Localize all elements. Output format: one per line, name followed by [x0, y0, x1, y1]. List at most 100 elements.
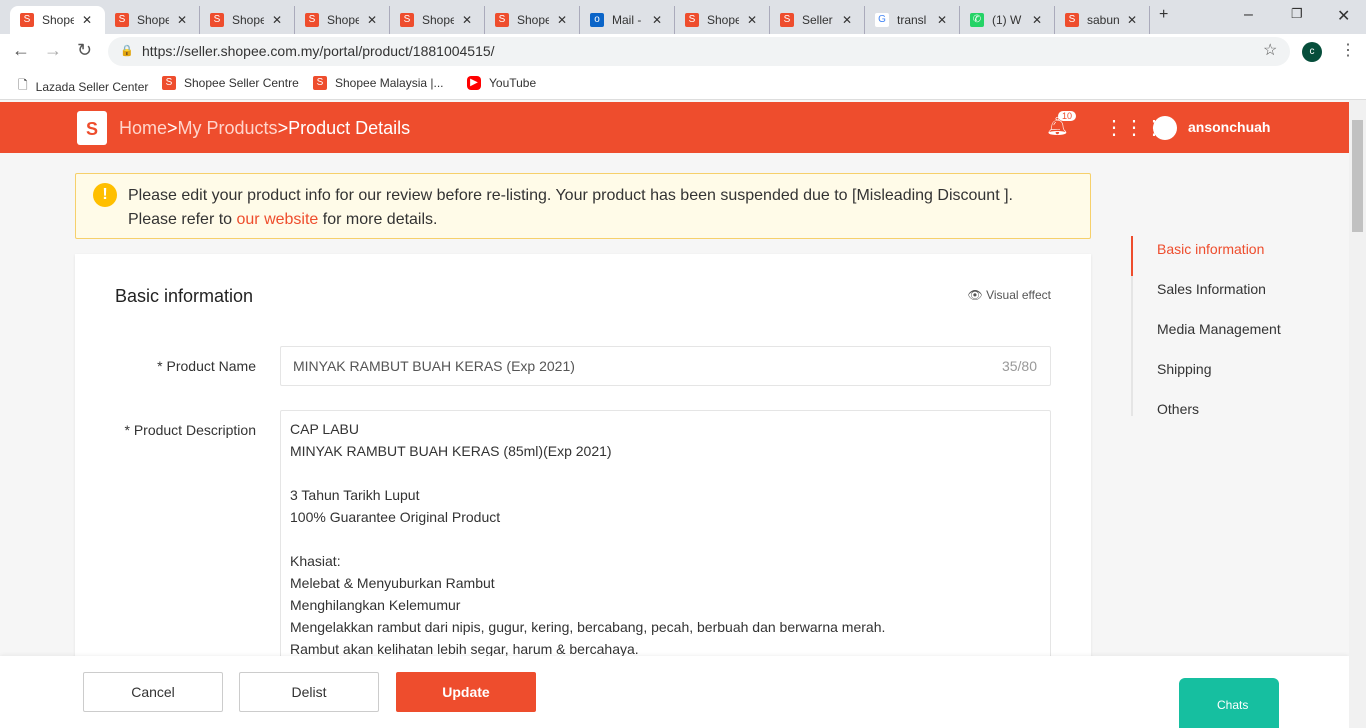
close-tab-icon[interactable]: ✕ [842, 13, 852, 27]
bookmark-label: Shopee Seller Centre [184, 76, 299, 90]
crumb-my-products[interactable]: My Products [178, 118, 278, 138]
browser-tab[interactable]: S Seller ✕ [770, 6, 865, 34]
address-bar[interactable]: 🔒 https://seller.shopee.com.my/portal/pro… [108, 37, 1290, 66]
product-name-input[interactable]: MINYAK RAMBUT BUAH KERAS (Exp 2021) 35/80 [280, 346, 1051, 386]
nav-media-management[interactable]: Media Management [1133, 316, 1281, 356]
google-icon: G [875, 13, 889, 27]
visual-effect-button[interactable]: 👁︎ Visual effect [967, 288, 1051, 302]
close-tab-icon[interactable]: ✕ [367, 13, 377, 27]
tab-title: Shopee [707, 13, 739, 27]
browser-tab[interactable]: S Shopee ✕ [675, 6, 770, 34]
bookmark-label: YouTube [489, 76, 537, 90]
nav-shipping[interactable]: Shipping [1133, 356, 1281, 396]
scrollbar-thumb[interactable] [1352, 120, 1363, 232]
new-tab-button[interactable]: + [1159, 6, 1168, 24]
bookmarks-bar: 🗋 Lazada Seller Center S Shopee Seller Cen… [0, 68, 1366, 100]
url-text: https://seller.shopee.com.my/portal/prod… [142, 43, 495, 59]
close-tab-icon[interactable]: ✕ [937, 13, 947, 27]
nav-basic-information[interactable]: Basic information [1131, 236, 1281, 276]
profile-avatar[interactable]: c [1302, 42, 1322, 62]
crumb-sep: > [277, 118, 289, 138]
forward-icon[interactable]: → [44, 40, 62, 61]
shopee-icon: S [495, 13, 509, 27]
product-name-label: * Product Name [157, 358, 256, 374]
warning-text: Please refer to [128, 211, 237, 228]
browser-tab[interactable]: S Shopee ✕ [200, 6, 295, 34]
username[interactable]: ansonchuah [1188, 119, 1270, 135]
browser-tab[interactable]: S Shopee ✕ [295, 6, 390, 34]
seller-header: S Home>My Products>Product Details 🔔︎ 10… [0, 102, 1349, 153]
browser-tab[interactable]: S Shopee ✕ [105, 6, 200, 34]
shopee-icon: S [780, 13, 794, 27]
browser-tab[interactable]: S Shopee ✕ [10, 6, 105, 34]
page-scrollbar[interactable] [1349, 100, 1366, 728]
close-tab-icon[interactable]: ✕ [462, 13, 472, 27]
update-button[interactable]: Update [396, 672, 536, 712]
nav-sales-information[interactable]: Sales Information [1133, 276, 1281, 316]
close-window-button[interactable]: ✕ [1337, 6, 1350, 26]
tab-title: Shopee [422, 13, 454, 27]
nav-others[interactable]: Others [1133, 396, 1281, 436]
crumb-home[interactable]: Home [119, 118, 167, 138]
shopee-icon: S [115, 13, 129, 27]
browser-tab[interactable]: Ssabun ✕ [1055, 6, 1150, 34]
shopee-icon: S [685, 13, 699, 27]
outlook-icon: o [590, 13, 604, 27]
shopee-icon: S [1065, 13, 1079, 27]
cancel-button[interactable]: Cancel [83, 672, 223, 712]
bookmark-label: Lazada Seller Center [35, 79, 149, 94]
bookmark-lazada[interactable]: 🗋 Lazada Seller Center [18, 76, 148, 97]
bookmark-shopee-seller[interactable]: S Shopee Seller Centre [162, 76, 299, 90]
bookmark-label: Shopee Malaysia |... [335, 76, 444, 90]
browser-tab[interactable]: S Shopee ✕ [390, 6, 485, 34]
close-tab-icon[interactable]: ✕ [82, 13, 92, 27]
crumb-current: Product Details [288, 118, 411, 138]
shopee-icon: S [305, 13, 319, 27]
shopee-icon: S [313, 76, 327, 90]
close-tab-icon[interactable]: ✕ [652, 13, 662, 27]
shopee-icon: S [162, 76, 176, 90]
chat-widget[interactable]: Chats [1179, 678, 1279, 728]
basic-info-card: Basic information 👁︎ Visual effect * Pro… [75, 254, 1091, 680]
product-description-textarea[interactable]: CAP LABU MINYAK RAMBUT BUAH KERAS (85ml)… [280, 410, 1051, 680]
lock-icon: 🔒 [120, 45, 134, 57]
browser-tab[interactable]: Gtransl ✕ [865, 6, 960, 34]
warning-text: Please edit your product info for our re… [128, 187, 1013, 204]
bookmark-youtube[interactable]: ▶ YouTube [467, 76, 536, 90]
browser-toolbar: ← → ↻ 🔒 https://seller.shopee.com.my/port… [0, 34, 1366, 68]
bookmark-shopee-malaysia[interactable]: S Shopee Malaysia |... [313, 76, 444, 90]
bookmark-star-icon[interactable]: ☆ [1263, 40, 1277, 60]
browser-tab[interactable]: o Mail - ✕ [580, 6, 675, 34]
close-tab-icon[interactable]: ✕ [272, 13, 282, 27]
minimize-button[interactable]: – [1244, 6, 1253, 24]
restore-button[interactable]: ❐ [1291, 6, 1303, 22]
shopee-logo[interactable]: S [77, 111, 107, 145]
browser-tab[interactable]: ✆ (1) W ✕ [960, 6, 1055, 34]
our-website-link[interactable]: our website [237, 211, 319, 228]
visual-effect-label: Visual effect [986, 288, 1051, 302]
menu-icon[interactable]: ⋮ [1340, 40, 1356, 60]
product-description-label: * Product Description [124, 422, 256, 438]
user-avatar[interactable] [1153, 116, 1177, 140]
tab-title: Seller [802, 13, 833, 27]
crumb-sep: > [167, 118, 178, 138]
product-name-value: MINYAK RAMBUT BUAH KERAS (Exp 2021) [293, 358, 575, 374]
browser-tab[interactable]: S Shopee ✕ [485, 6, 580, 34]
back-icon[interactable]: ← [12, 40, 30, 61]
delist-button[interactable]: Delist [239, 672, 379, 712]
close-tab-icon[interactable]: ✕ [1127, 13, 1137, 27]
section-nav: Basic information Sales Information Medi… [1131, 236, 1281, 417]
tab-title: Shopee [137, 13, 169, 27]
section-title: Basic information [115, 286, 254, 306]
tab-bar: + – ❐ ✕ S Shopee ✕ S Shopee ✕ S Shopee ✕ S Shopee ✕… [0, 0, 1366, 34]
reload-icon[interactable]: ↻ [77, 40, 92, 61]
chat-label: Chats [1217, 698, 1249, 712]
tab-title: sabun [1087, 13, 1119, 27]
close-tab-icon[interactable]: ✕ [557, 13, 567, 27]
shopee-icon: S [400, 13, 414, 27]
close-tab-icon[interactable]: ✕ [747, 13, 757, 27]
close-tab-icon[interactable]: ✕ [177, 13, 187, 27]
warning-icon: ! [93, 183, 117, 207]
close-tab-icon[interactable]: ✕ [1032, 13, 1042, 27]
youtube-icon: ▶ [467, 76, 481, 90]
